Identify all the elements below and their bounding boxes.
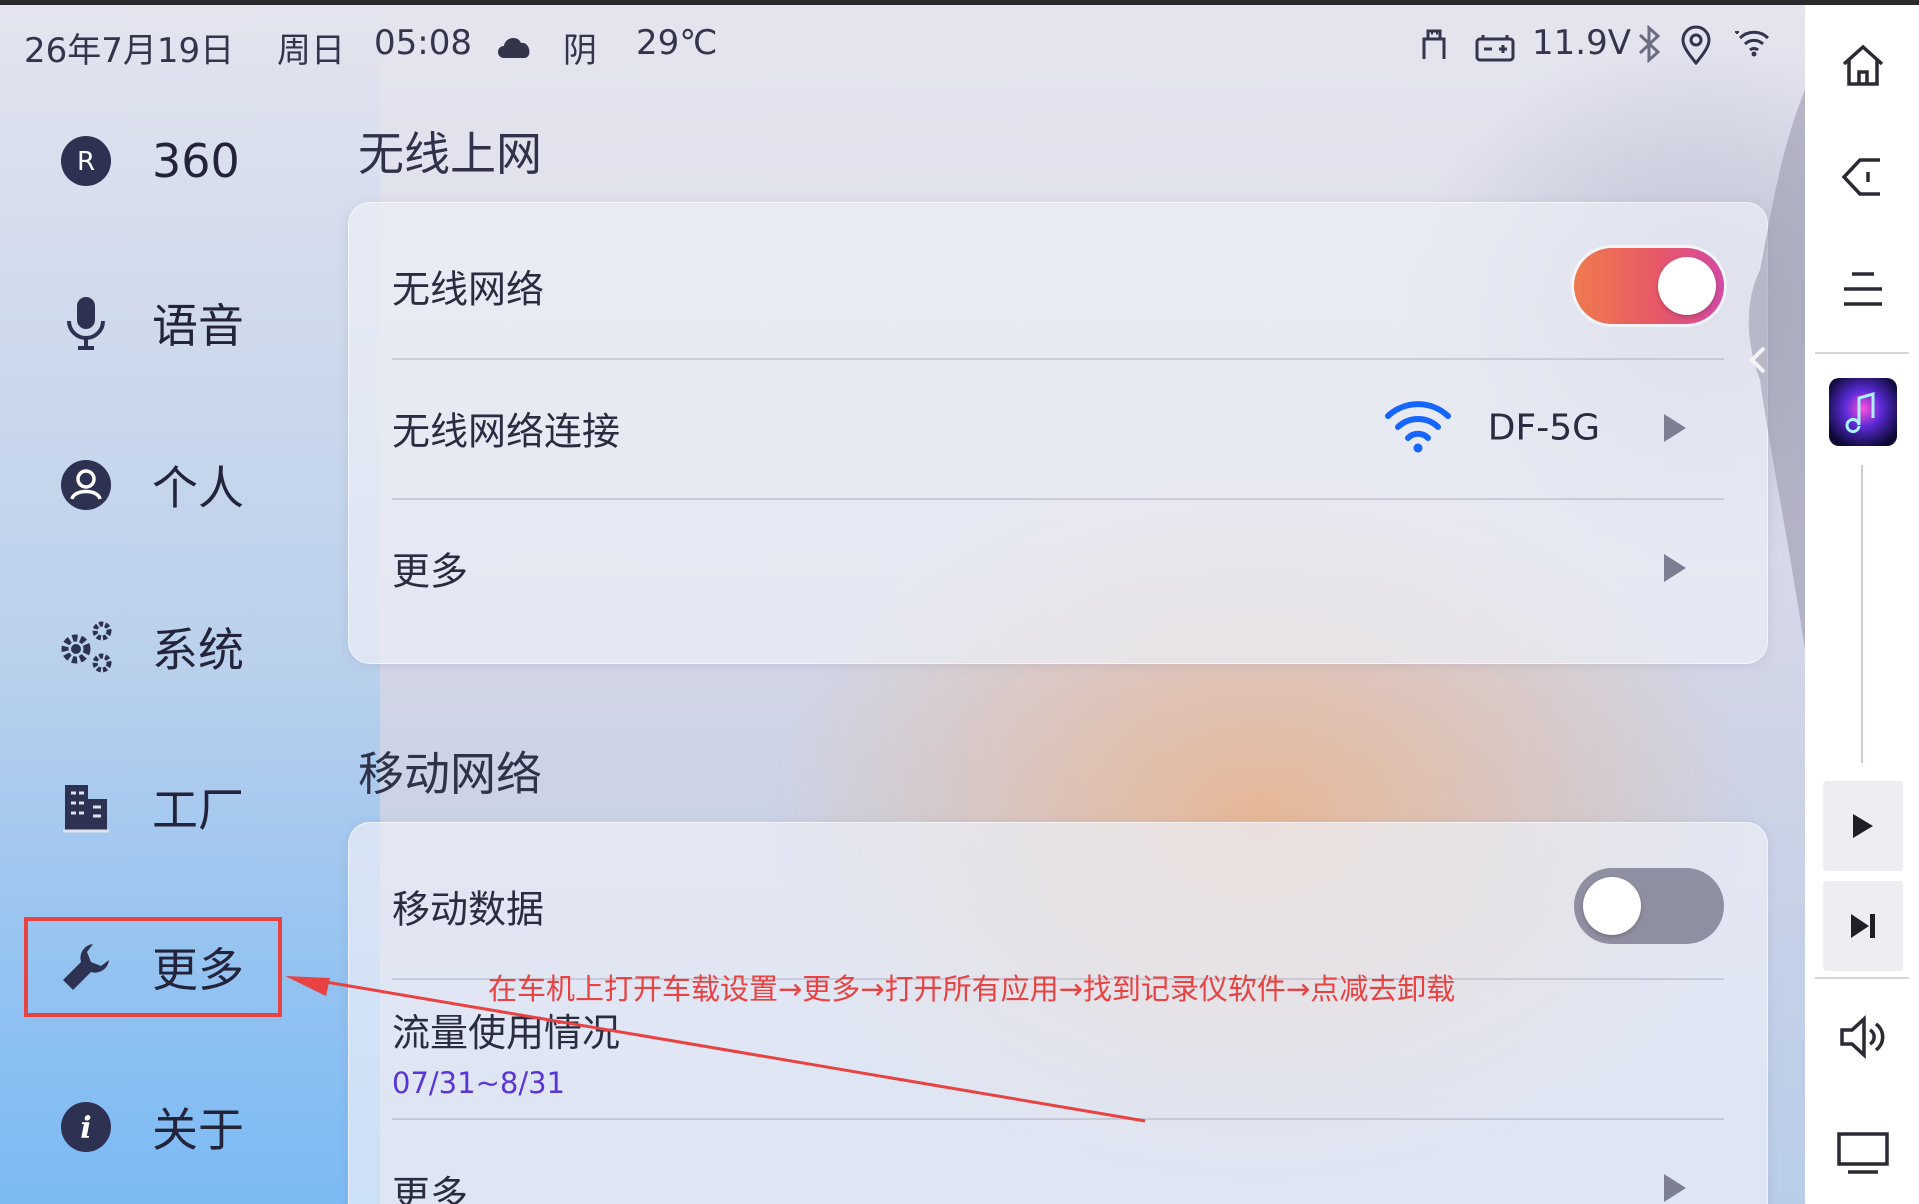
home-icon[interactable]	[1823, 25, 1903, 105]
annotation-text: 在车机上打开车载设置→更多→打开所有应用→找到记录仪软件→点减去卸载	[488, 972, 1456, 1006]
dock-divider	[1815, 352, 1909, 354]
dock-divider	[1815, 977, 1909, 979]
music-app-icon[interactable]	[1823, 372, 1903, 452]
play-button[interactable]	[1823, 781, 1903, 871]
back-icon[interactable]	[1823, 137, 1903, 217]
menu-icon[interactable]	[1823, 249, 1903, 329]
top-border	[0, 0, 1919, 5]
dock-progress-track	[1861, 465, 1863, 763]
next-track-button[interactable]	[1823, 881, 1903, 971]
right-dock	[1805, 5, 1919, 1204]
annotation-arrow	[285, 976, 1146, 1123]
volume-icon[interactable]	[1823, 997, 1903, 1077]
screen-icon[interactable]	[1823, 1113, 1903, 1193]
settings-screen: 26年7月19日 周日 05:08 阴 29℃ 11.9V R 360 语音 个…	[0, 0, 1805, 1204]
